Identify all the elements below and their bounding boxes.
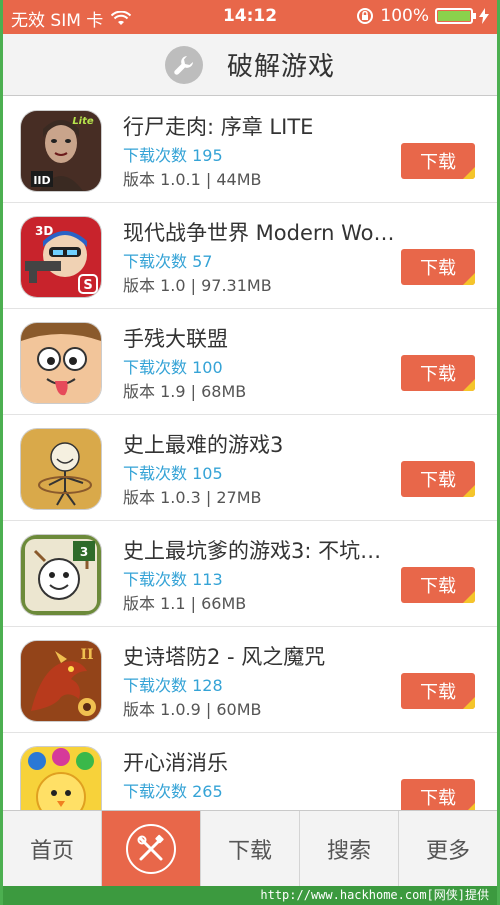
app-icon-walking-dead[interactable]: IID Lite <box>21 111 101 191</box>
tab-home[interactable]: 首页 <box>3 811 102 886</box>
download-button-label: 下载 <box>420 152 456 173</box>
app-icon-hardest-game-3[interactable] <box>21 429 101 509</box>
download-count: 下载次数 195 <box>123 146 223 165</box>
app-name: 史上最难的游戏3 <box>123 433 284 457</box>
download-count: 下载次数 100 <box>123 358 223 377</box>
app-icon-epic-defense-2[interactable]: II <box>21 641 101 721</box>
download-button[interactable]: 下载 <box>401 461 475 497</box>
download-button-label: 下载 <box>420 258 456 279</box>
app-name: 行尸走肉: 序章 LITE <box>123 115 314 139</box>
battery-fill <box>438 11 470 21</box>
app-icon-trickiest-game-3[interactable]: 3 <box>21 535 101 615</box>
button-corner <box>463 273 475 285</box>
button-corner <box>463 485 475 497</box>
download-button-label: 下载 <box>420 788 456 809</box>
download-button[interactable]: 下载 <box>401 673 475 709</box>
download-count: 下载次数 105 <box>123 464 223 483</box>
app-version: 版本 1.1 | 66MB <box>123 594 247 613</box>
button-corner <box>463 167 475 179</box>
tab-more-label: 更多 <box>425 838 470 864</box>
list-item[interactable]: IID Lite 行尸走肉: 序章 LITE 下载次数 195 版本 1.0.1… <box>3 97 497 203</box>
button-corner <box>463 379 475 391</box>
app-name: 史上最坑爹的游戏3: 不坑… <box>123 539 382 563</box>
button-corner <box>463 803 475 810</box>
download-count: 下载次数 265 <box>123 782 223 801</box>
tab-more[interactable]: 更多 <box>399 811 497 886</box>
app-version: 版本 1.0.3 | 27MB <box>123 488 262 507</box>
tab-search-label: 搜索 <box>326 838 371 864</box>
tab-downloads-label: 下载 <box>227 838 272 864</box>
svg-text:S: S <box>83 278 92 293</box>
button-corner <box>463 591 475 603</box>
svg-text:Lite: Lite <box>72 116 94 127</box>
download-button[interactable]: 下载 <box>401 355 475 391</box>
download-button[interactable]: 下载 <box>401 779 475 810</box>
svg-text:II: II <box>80 647 93 663</box>
download-button[interactable]: 下载 <box>401 143 475 179</box>
page-title: 破解游戏 <box>226 52 335 82</box>
status-right: 100% <box>356 6 489 26</box>
list-item[interactable]: 3 史上最坑爹的游戏3: 不坑… 下载次数 113 版本 1.1 | 66MB … <box>3 521 497 627</box>
download-button-label: 下载 <box>420 470 456 491</box>
app-name: 史诗塔防2 - 风之魔咒 <box>123 645 326 669</box>
svg-text:IID: IID <box>33 174 50 187</box>
download-button[interactable]: 下载 <box>401 249 475 285</box>
button-corner <box>463 697 475 709</box>
tools-icon <box>126 823 176 874</box>
svg-text:3D: 3D <box>35 224 53 238</box>
tab-tools[interactable] <box>102 811 201 886</box>
list-item[interactable]: 手残大联盟 下载次数 100 版本 1.9 | 68MB 下载 <box>3 309 497 415</box>
download-button-label: 下载 <box>420 682 456 703</box>
download-count: 下载次数 57 <box>123 252 213 271</box>
tab-search[interactable]: 搜索 <box>300 811 399 886</box>
app-name: 现代战争世界 Modern Wo… <box>123 221 395 245</box>
download-count: 下载次数 113 <box>123 570 223 589</box>
app-icon-happy-match[interactable] <box>21 747 101 810</box>
tab-downloads[interactable]: 下载 <box>201 811 300 886</box>
tab-home-label: 首页 <box>29 838 74 864</box>
app-icon-modern-war[interactable]: 3D S <box>21 217 101 297</box>
battery-percent: 100% <box>380 6 429 26</box>
app-version: 版本 1.0.9 | 60MB <box>123 700 262 719</box>
download-button[interactable]: 下载 <box>401 567 475 603</box>
list-item[interactable]: II 史诗塔防2 - 风之魔咒 下载次数 128 版本 1.0.9 | 60MB… <box>3 627 497 733</box>
app-list[interactable]: IID Lite 行尸走肉: 序章 LITE 下载次数 195 版本 1.0.1… <box>3 97 497 810</box>
app-version: 版本 1.9 | 68MB <box>123 382 247 401</box>
download-count: 下载次数 128 <box>123 676 223 695</box>
app-name: 开心消消乐 <box>123 751 228 775</box>
wrench-icon <box>164 45 203 84</box>
app-version: 版本 1.0.1 | 44MB <box>123 170 262 189</box>
download-button-label: 下载 <box>420 576 456 597</box>
watermark-footer: http://www.hackhome.com[网侠]提供 <box>3 886 497 905</box>
app-icon-handicap-league[interactable] <box>21 323 101 403</box>
svg-text:3: 3 <box>80 545 88 559</box>
charging-icon <box>479 8 489 24</box>
download-button-label: 下载 <box>420 364 456 385</box>
app-version: 版本 1.0 | 97.31MB <box>123 276 272 295</box>
list-item[interactable]: 史上最难的游戏3 下载次数 105 版本 1.0.3 | 27MB 下载 <box>3 415 497 521</box>
list-item[interactable]: 3D S 现代战争世界 Modern Wo… 下载次数 57 版本 1.0 | … <box>3 203 497 309</box>
phone-screen: 无效 SIM 卡 14:12 100% 破解游戏 IID Lite 行尸走肉: … <box>0 0 500 905</box>
title-bar: 破解游戏 <box>3 34 497 96</box>
status-bar: 无效 SIM 卡 14:12 100% <box>3 0 497 34</box>
battery-icon <box>435 8 476 24</box>
tab-bar: 首页 下载 搜索 更多 <box>3 810 497 886</box>
rotation-lock-icon <box>357 8 374 24</box>
app-name: 手残大联盟 <box>123 327 228 351</box>
list-item[interactable]: 开心消消乐 下载次数 265 下载 <box>3 733 497 810</box>
